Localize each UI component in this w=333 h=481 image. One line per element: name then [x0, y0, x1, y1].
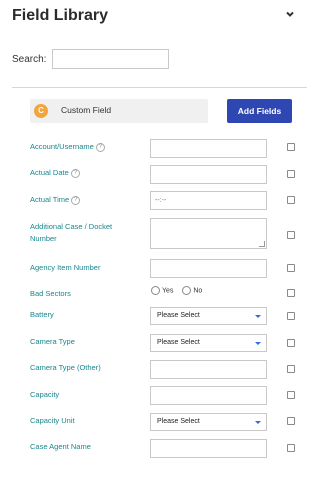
field-label-account-username: Account/Username?	[30, 141, 130, 153]
field-select-checkbox[interactable]	[287, 170, 295, 178]
dropdown-caret-icon	[255, 421, 261, 424]
field-label-camera-type-other: Camera Type (Other)	[30, 363, 101, 372]
dropdown-caret-icon	[255, 342, 261, 345]
camera-type-other-input[interactable]	[150, 360, 267, 379]
field-select-checkbox[interactable]	[287, 143, 295, 151]
field-select-checkbox[interactable]	[287, 264, 295, 272]
field-select-checkbox[interactable]	[287, 196, 295, 204]
field-select-checkbox[interactable]	[287, 444, 295, 452]
capacity-input[interactable]	[150, 386, 267, 405]
field-label-capacity: Capacity	[30, 390, 60, 399]
camera-type-select[interactable]: Please Select	[150, 334, 267, 352]
field-label-actual-time: Actual Time?	[30, 194, 130, 206]
custom-field-label: Custom Field	[61, 105, 112, 115]
field-select-checkbox[interactable]	[287, 391, 295, 399]
field-label-camera-type: Camera Type	[30, 337, 75, 346]
bad-sectors-radio-group: Yes No	[151, 286, 209, 295]
page-title: Field Library	[12, 7, 109, 24]
dropdown-caret-icon	[255, 315, 261, 318]
help-icon[interactable]: ?	[70, 168, 80, 178]
field-label-additional-case-docket-number: Additional Case / Docket Number	[30, 222, 113, 243]
field-label-battery: Battery	[30, 310, 54, 319]
agency-item-number-input[interactable]	[150, 259, 267, 278]
custom-field-item[interactable]: C Custom Field	[30, 99, 208, 123]
search-input[interactable]	[52, 49, 169, 69]
actual-time-input[interactable]	[150, 191, 267, 210]
field-select-checkbox[interactable]	[287, 365, 295, 373]
field-label-capacity-unit: Capacity Unit	[30, 416, 75, 425]
account-username-input[interactable]	[150, 139, 267, 158]
help-icon[interactable]: ?	[71, 195, 81, 205]
field-label-bad-sectors: Bad Sectors	[30, 289, 71, 298]
chevron-down-icon[interactable]	[285, 9, 295, 19]
field-label-case-agent-name: Case Agent Name	[30, 442, 91, 451]
field-select-checkbox[interactable]	[287, 289, 295, 297]
field-select-checkbox[interactable]	[287, 417, 295, 425]
battery-select[interactable]: Please Select	[150, 307, 267, 325]
field-select-checkbox[interactable]	[287, 339, 295, 347]
additional-case-docket-textarea[interactable]	[150, 218, 267, 249]
radio-no[interactable]: No	[182, 286, 202, 295]
field-select-checkbox[interactable]	[287, 231, 295, 239]
field-label-actual-date: Actual Date?	[30, 167, 130, 179]
help-icon[interactable]: ?	[95, 142, 105, 152]
custom-field-icon: C	[34, 104, 48, 118]
radio-circle-icon[interactable]	[151, 286, 160, 295]
search-label: Search:	[12, 54, 47, 65]
divider	[12, 87, 307, 88]
field-select-checkbox[interactable]	[287, 312, 295, 320]
radio-yes[interactable]: Yes	[151, 286, 173, 295]
resize-grip-icon[interactable]	[259, 241, 265, 247]
capacity-unit-select[interactable]: Please Select	[150, 413, 267, 431]
case-agent-name-input[interactable]	[150, 439, 267, 458]
actual-date-input[interactable]	[150, 165, 267, 184]
add-fields-button[interactable]: Add Fields	[227, 99, 292, 123]
radio-circle-icon[interactable]	[182, 286, 192, 295]
field-label-agency-item-number: Agency Item Number	[30, 263, 101, 272]
